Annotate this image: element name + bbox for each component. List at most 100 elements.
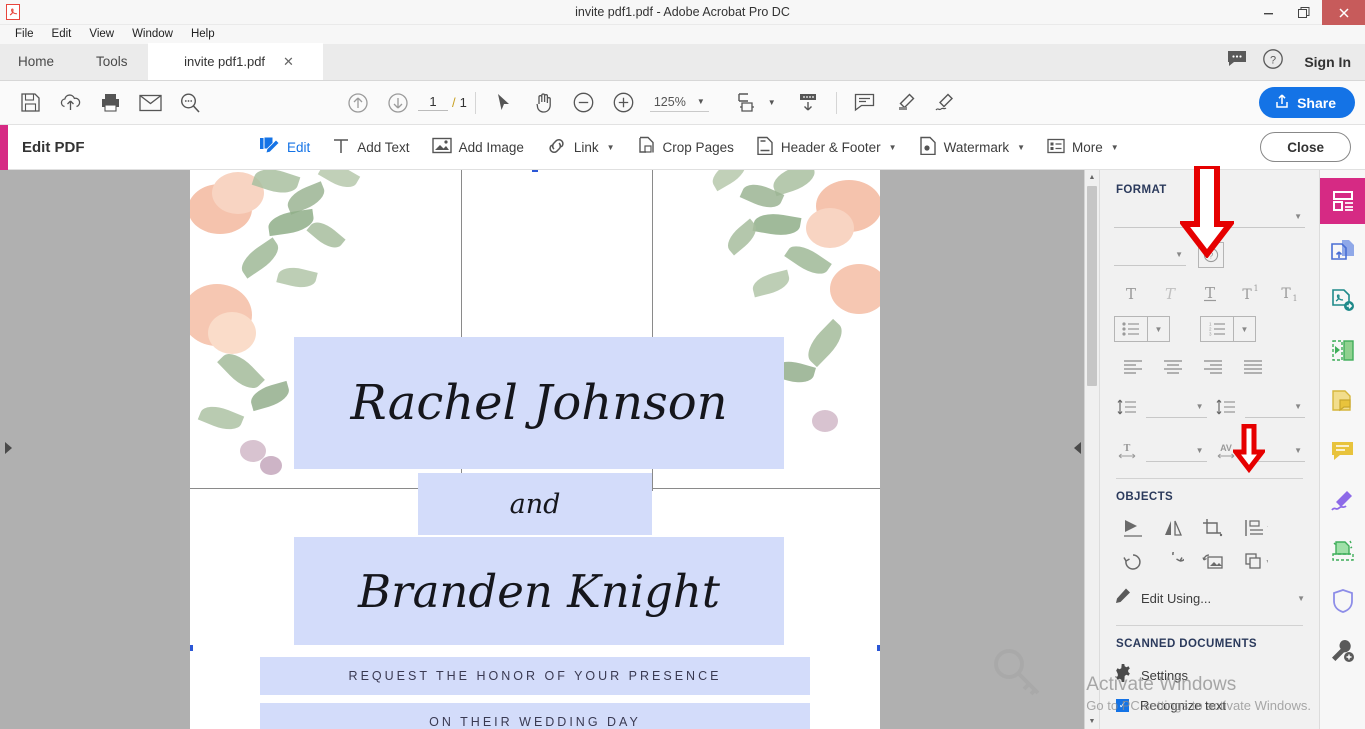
bold-icon[interactable]: T <box>1112 278 1150 308</box>
page-up-icon[interactable] <box>338 88 378 118</box>
email-icon[interactable] <box>130 88 170 118</box>
text-line-selection[interactable]: Branden Knight <box>294 537 784 645</box>
add-text-button[interactable]: Add Text <box>321 125 420 170</box>
edit-button[interactable]: Edit <box>248 125 321 170</box>
scan-settings-button[interactable]: Settings <box>1100 660 1319 690</box>
numbered-list-dropdown-icon[interactable]: ▼ <box>1234 316 1256 342</box>
close-icon[interactable]: ✕ <box>283 54 294 70</box>
scroll-mode-icon[interactable] <box>788 88 828 118</box>
align-objects-icon[interactable]: ▼ <box>1234 513 1278 543</box>
more-button[interactable]: More ▼ <box>1036 125 1130 170</box>
rotate-clockwise-icon[interactable] <box>1154 547 1192 577</box>
left-panel-collapse-rail[interactable] <box>0 170 18 729</box>
print-icon[interactable] <box>90 88 130 118</box>
select-arrow-icon[interactable] <box>484 88 524 118</box>
text-line-selection[interactable]: Rachel Johnson <box>294 337 784 469</box>
recognize-text-checkbox[interactable]: ✓ <box>1116 699 1129 712</box>
cloud-upload-icon[interactable] <box>50 88 90 118</box>
scroll-up-icon[interactable]: ▲ <box>1085 170 1099 185</box>
numbered-list-icon[interactable]: 123 <box>1200 316 1234 342</box>
page-number-input[interactable] <box>418 94 448 111</box>
pdf-page[interactable]: Rachel Johnson and Branden Knight REQUES… <box>190 170 880 729</box>
arrange-objects-icon[interactable]: ▼ <box>1234 547 1278 577</box>
save-icon[interactable] <box>10 88 50 118</box>
font-family-dropdown[interactable]: ▼ <box>1114 206 1305 228</box>
document-scrollbar[interactable]: ▲ ▼ <box>1084 170 1099 729</box>
selection-handle[interactable] <box>190 645 193 651</box>
protect-tool[interactable] <box>1320 578 1365 624</box>
align-right-icon[interactable] <box>1194 352 1232 382</box>
menu-view[interactable]: View <box>80 25 123 44</box>
horizontal-scale-field[interactable]: ▼ <box>1146 440 1207 462</box>
comment-tool[interactable] <box>1320 428 1365 474</box>
selection-handle[interactable] <box>532 170 538 172</box>
sign-icon[interactable] <box>925 88 965 118</box>
align-justify-icon[interactable] <box>1234 352 1272 382</box>
scrollbar-thumb[interactable] <box>1087 186 1097 386</box>
tab-home[interactable]: Home <box>0 43 76 80</box>
menu-file[interactable]: File <box>6 25 43 44</box>
close-icon[interactable] <box>1322 0 1365 25</box>
minimize-icon[interactable] <box>1250 0 1286 25</box>
more-tools-tool[interactable] <box>1320 628 1365 674</box>
restore-icon[interactable] <box>1286 0 1322 25</box>
tab-document[interactable]: invite pdf1.pdf ✕ <box>148 43 323 80</box>
paragraph-spacing-field[interactable]: ▼ <box>1245 396 1306 418</box>
scroll-down-icon[interactable]: ▼ <box>1085 714 1099 729</box>
flip-horizontal-icon[interactable] <box>1154 513 1192 543</box>
rotate-counterclockwise-icon[interactable] <box>1114 547 1152 577</box>
edit-pdf-tool[interactable] <box>1320 178 1365 224</box>
superscript-icon[interactable]: T1 <box>1230 278 1268 308</box>
bulleted-list-dropdown-icon[interactable]: ▼ <box>1148 316 1170 342</box>
align-center-icon[interactable] <box>1154 352 1192 382</box>
recognize-text-row[interactable]: ✓ Recognize text <box>1100 690 1319 720</box>
organize-pages-tool[interactable] <box>1320 328 1365 374</box>
fit-page-icon[interactable] <box>727 88 767 118</box>
add-image-button[interactable]: Add Image <box>421 125 535 170</box>
format-help-button[interactable]: ? <box>1198 242 1224 268</box>
link-button[interactable]: Link ▼ <box>535 125 626 170</box>
zoom-out-icon[interactable] <box>564 88 604 118</box>
tab-tools[interactable]: Tools <box>76 43 148 80</box>
comment-bubble-icon[interactable] <box>1226 50 1248 73</box>
highlight-marker-icon[interactable] <box>885 88 925 118</box>
hand-tool-icon[interactable] <box>524 88 564 118</box>
page-down-icon[interactable] <box>378 88 418 118</box>
zoom-in-icon[interactable] <box>604 88 644 118</box>
enhance-scans-tool[interactable] <box>1320 528 1365 574</box>
menu-edit[interactable]: Edit <box>43 25 81 44</box>
subscript-icon[interactable]: T1 <box>1269 278 1307 308</box>
combine-files-tool[interactable] <box>1320 228 1365 274</box>
sign-in-button[interactable]: Sign In <box>1304 54 1351 70</box>
edit-using-button[interactable]: Edit Using... ▼ <box>1100 583 1319 613</box>
fill-sign-tool[interactable] <box>1320 478 1365 524</box>
menu-help[interactable]: Help <box>182 25 224 44</box>
share-button[interactable]: Share <box>1259 87 1355 118</box>
font-size-dropdown[interactable]: ▼ <box>1114 244 1186 266</box>
crop-image-icon[interactable] <box>1194 513 1232 543</box>
flip-vertical-icon[interactable] <box>1114 513 1152 543</box>
text-line-selection[interactable]: REQUEST THE HONOR OF YOUR PRESENCE <box>260 657 810 695</box>
align-left-icon[interactable] <box>1114 352 1152 382</box>
comment-icon[interactable] <box>845 88 885 118</box>
comment-note-tool[interactable] <box>1320 378 1365 424</box>
character-spacing-field[interactable]: ▼ <box>1245 440 1306 462</box>
menu-window[interactable]: Window <box>123 25 182 44</box>
bulleted-list-icon[interactable] <box>1114 316 1148 342</box>
text-line-selection[interactable]: ON THEIR WEDDING DAY <box>260 703 810 729</box>
watermark-button[interactable]: Watermark ▼ <box>908 125 1036 170</box>
underline-icon[interactable]: T <box>1191 278 1229 308</box>
header-footer-button[interactable]: Header & Footer ▼ <box>745 125 908 170</box>
help-circle-icon[interactable]: ? <box>1262 48 1284 75</box>
text-line-selection[interactable]: and <box>418 473 652 535</box>
export-pdf-tool[interactable] <box>1320 278 1365 324</box>
line-spacing-field[interactable]: ▼ <box>1146 396 1207 418</box>
chevron-down-icon[interactable]: ▼ <box>768 98 776 107</box>
search-icon[interactable] <box>170 88 210 118</box>
zoom-level-dropdown[interactable]: 125% ▼ <box>650 94 709 112</box>
expand-right-panel-icon[interactable] <box>1074 442 1081 454</box>
replace-image-icon[interactable] <box>1194 547 1232 577</box>
close-button[interactable]: Close <box>1260 132 1351 162</box>
crop-pages-button[interactable]: Crop Pages <box>626 125 745 170</box>
italic-icon[interactable]: T <box>1151 278 1189 308</box>
